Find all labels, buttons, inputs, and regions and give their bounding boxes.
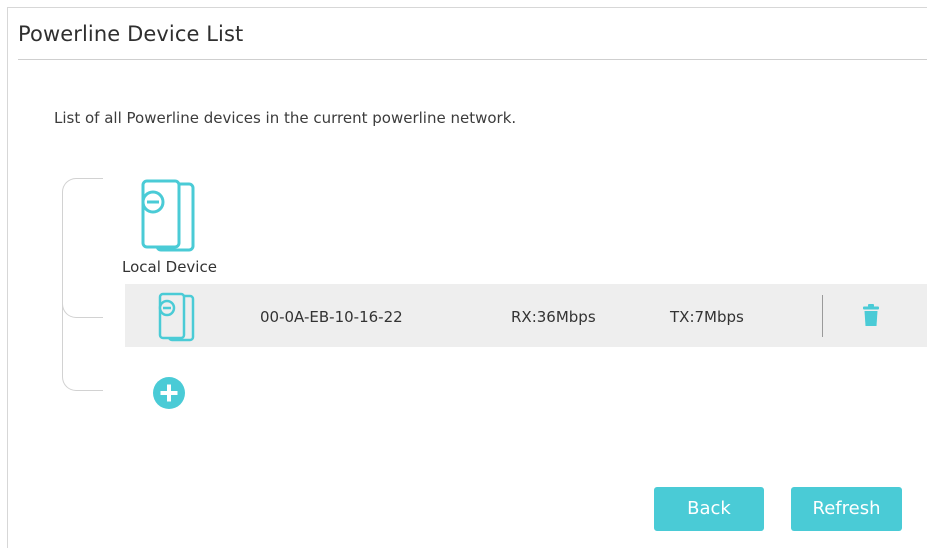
- powerline-adapter-icon: [137, 178, 195, 256]
- row-divider: [822, 295, 823, 337]
- powerline-adapter-icon: [155, 292, 195, 346]
- device-tx-rate: TX:7Mbps: [670, 308, 744, 326]
- device-mac-address: 00-0A-EB-10-16-22: [260, 308, 403, 326]
- trash-icon[interactable]: [863, 304, 879, 330]
- title-divider: [18, 59, 927, 60]
- local-device-label: Local Device: [122, 258, 217, 276]
- content-frame: [7, 7, 927, 548]
- device-rx-rate: RX:36Mbps: [511, 308, 596, 326]
- plus-circle-icon[interactable]: [153, 377, 185, 413]
- topology-bracket: [62, 252, 103, 391]
- back-button[interactable]: Back: [654, 487, 764, 531]
- page-title: Powerline Device List: [18, 22, 244, 46]
- refresh-button[interactable]: Refresh: [791, 487, 902, 531]
- page-description: List of all Powerline devices in the cur…: [54, 109, 517, 127]
- table-row: 00-0A-EB-10-16-22 RX:36Mbps TX:7Mbps: [125, 284, 927, 347]
